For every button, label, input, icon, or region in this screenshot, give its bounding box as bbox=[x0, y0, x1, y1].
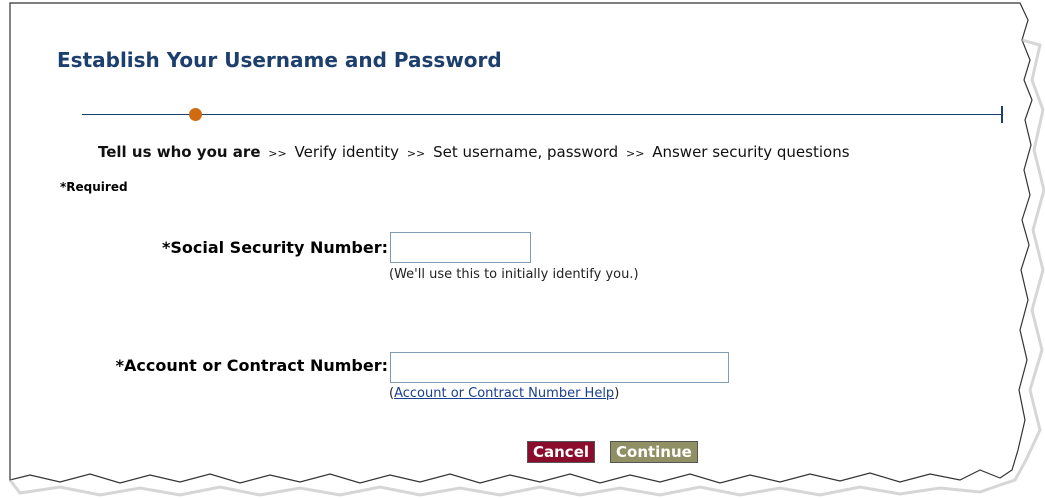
required-note: *Required bbox=[60, 180, 128, 194]
progress-line bbox=[82, 114, 1002, 115]
step-breadcrumb: Tell us who you are >> Verify identity >… bbox=[98, 143, 850, 161]
ssn-input[interactable] bbox=[390, 232, 531, 263]
account-number-help-link[interactable]: Account or Contract Number Help bbox=[394, 386, 614, 401]
hint-close-paren: ) bbox=[614, 386, 620, 401]
account-number-hint: (Account or Contract Number Help) bbox=[389, 386, 619, 401]
cancel-button[interactable]: Cancel bbox=[527, 441, 596, 463]
step-item: Verify identity bbox=[294, 143, 400, 161]
step-separator: >> bbox=[626, 147, 645, 160]
step-item: Answer security questions bbox=[652, 143, 850, 161]
ssn-label: *Social Security Number: bbox=[161, 238, 388, 257]
account-number-label: *Account or Contract Number: bbox=[115, 356, 388, 375]
ssn-hint: (We'll use this to initially identify yo… bbox=[389, 267, 639, 282]
progress-bar bbox=[82, 106, 1005, 123]
step-current: Tell us who you are bbox=[98, 143, 261, 161]
page-title: Establish Your Username and Password bbox=[57, 48, 502, 72]
continue-button[interactable]: Continue bbox=[610, 441, 698, 463]
step-separator: >> bbox=[406, 147, 426, 160]
step-separator: >> bbox=[268, 147, 287, 160]
page-frame: Establish Your Username and Password Tel… bbox=[0, 0, 1045, 499]
progress-current-marker bbox=[189, 108, 202, 121]
account-number-input[interactable] bbox=[390, 352, 729, 383]
step-item: Set username, password bbox=[433, 143, 619, 161]
progress-end-marker bbox=[1001, 106, 1003, 123]
